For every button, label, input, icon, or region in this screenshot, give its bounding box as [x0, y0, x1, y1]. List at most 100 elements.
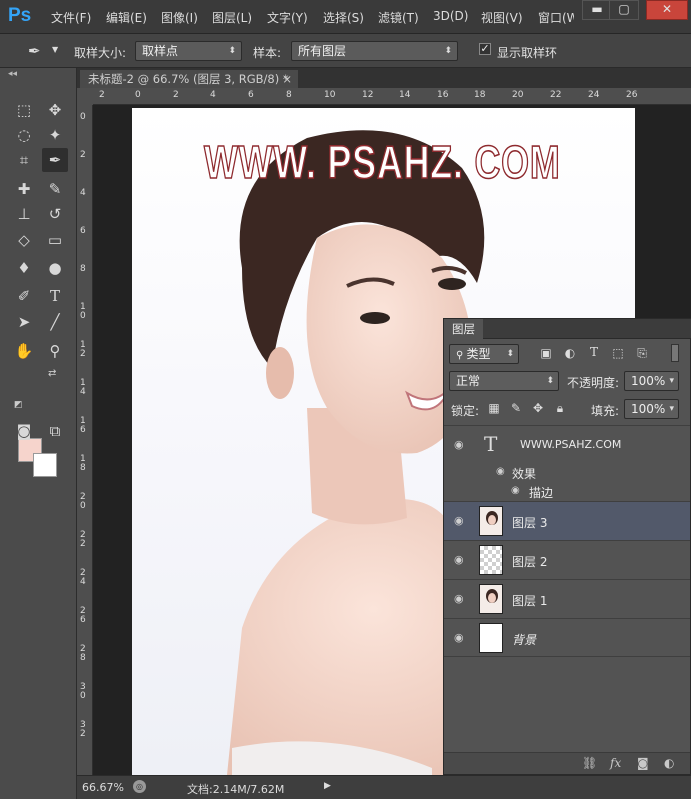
opacity-label: 不透明度:: [567, 376, 620, 390]
eye-right: [438, 278, 466, 290]
blend-mode-select[interactable]: 正常 ⬍: [449, 371, 559, 391]
ruler-tick-label: 3 0: [80, 682, 86, 701]
opacity-input[interactable]: 100% ▾: [624, 371, 679, 391]
filter-toggle-switch[interactable]: [671, 344, 679, 362]
filter-shape-icon[interactable]: ⬚: [610, 346, 626, 360]
blur-tool-icon[interactable]: ♦: [11, 256, 37, 280]
dodge-tool-icon[interactable]: ●: [42, 256, 68, 280]
sample-label: 样本:: [253, 46, 282, 60]
menu-edit[interactable]: 编辑(E): [106, 9, 147, 26]
clone-stamp-tool-icon[interactable]: ⊥: [11, 202, 37, 226]
visibility-eye-icon[interactable]: ◉: [454, 631, 464, 644]
marquee-tool-icon[interactable]: ⬚: [11, 98, 37, 122]
screen-mode-icon[interactable]: ⧉: [42, 419, 68, 443]
ruler-tick-label: 1 8: [80, 454, 86, 473]
status-menu-arrow-icon[interactable]: ▶: [324, 781, 331, 791]
horizontal-ruler[interactable]: 2 0 2 4 6 8 10 12 14 16 18 20 22 24 26: [93, 88, 691, 105]
line-tool-icon[interactable]: ╱: [42, 310, 68, 334]
crop-tool-icon[interactable]: ⌗: [11, 148, 37, 172]
layer-filter-select[interactable]: ⚲ 类型 ⬍: [449, 344, 519, 364]
filter-smart-object-icon[interactable]: ⎘: [634, 346, 650, 361]
visibility-eye-icon[interactable]: ◉: [454, 553, 464, 566]
path-selection-tool-icon[interactable]: ➤: [11, 310, 37, 334]
type-tool-icon[interactable]: T: [42, 284, 68, 308]
layer-name: 图层 3: [512, 516, 548, 530]
effects-eye-icon[interactable]: ◉: [496, 466, 505, 477]
default-colors-icon[interactable]: ◩: [14, 400, 23, 410]
quick-mask-icon[interactable]: ◙: [11, 419, 37, 443]
adjustment-layer-icon[interactable]: ◐: [664, 756, 674, 770]
menu-filter[interactable]: 滤镜(T): [378, 9, 419, 26]
filter-pixel-icon[interactable]: ▣: [538, 346, 554, 360]
lock-image-icon[interactable]: ✎: [508, 401, 524, 415]
show-ring-checkbox[interactable]: ✓: [479, 43, 491, 55]
sample-size-select[interactable]: 取样点 ⬍: [135, 41, 242, 61]
menu-file[interactable]: 文件(F): [51, 9, 91, 26]
close-tab-icon[interactable]: ×: [282, 70, 292, 88]
visibility-eye-icon[interactable]: ◉: [454, 592, 464, 605]
eraser-tool-icon[interactable]: ◇: [11, 228, 37, 252]
fx-icon[interactable]: fx: [610, 756, 621, 770]
add-mask-icon[interactable]: ◙: [637, 756, 649, 770]
ruler-tick-label: 2: [99, 90, 105, 100]
visibility-eye-icon[interactable]: ◉: [454, 438, 464, 451]
fill-input[interactable]: 100% ▾: [624, 399, 679, 419]
zoom-tool-icon[interactable]: ⚲: [42, 339, 68, 363]
ruler-tick-label: 0: [135, 90, 141, 100]
stroke-eye-icon[interactable]: ◉: [511, 485, 520, 496]
eyedropper-icon[interactable]: ✒: [28, 42, 41, 60]
layer-row-text[interactable]: ◉ T WWW.PSAHZ.COM ◉ 效果 ◉ 描边: [444, 425, 690, 501]
share-icon[interactable]: ◎: [133, 780, 146, 793]
vertical-ruler[interactable]: 0 2 4 6 8 1 0 1 2 1 4 1 6 1 8 2 0 2 2 2 4 2 6 2 8 3 0 3 …: [77, 105, 93, 775]
link-layers-icon[interactable]: ⛓: [582, 756, 597, 770]
layer-row-2[interactable]: ◉ 图层 2: [444, 540, 690, 579]
tab-layers[interactable]: 图层: [444, 319, 483, 339]
menu-select[interactable]: 选择(S): [323, 9, 364, 26]
minimize-button[interactable]: ▬: [582, 0, 612, 20]
lock-position-icon[interactable]: ✥: [530, 401, 546, 415]
menu-view[interactable]: 视图(V): [481, 9, 523, 26]
healing-brush-tool-icon[interactable]: ✚: [11, 177, 37, 201]
visibility-eye-icon[interactable]: ◉: [454, 514, 464, 527]
gradient-tool-icon[interactable]: ▭: [42, 228, 68, 252]
lock-all-icon[interactable]: 🔒︎: [552, 401, 568, 416]
layers-panel-footer: ⛓ fx ◙ ◐: [444, 752, 690, 774]
chevron-down-icon: ▾: [669, 404, 674, 414]
hand-tool-icon[interactable]: ✋: [11, 339, 37, 363]
layer-name: 背景: [512, 633, 537, 647]
tool-preset-arrow-icon[interactable]: ▼: [52, 45, 58, 54]
ruler-tick-label: 8: [80, 264, 86, 274]
eyedropper-tool-icon[interactable]: ✒: [42, 148, 68, 172]
lasso-tool-icon[interactable]: ◌: [11, 123, 37, 147]
magic-wand-tool-icon[interactable]: ✦: [42, 123, 68, 147]
filter-adjustment-icon[interactable]: ◐: [562, 346, 578, 360]
close-button[interactable]: ✕: [646, 0, 688, 20]
move-tool-icon[interactable]: ✥: [42, 98, 68, 122]
menu-image[interactable]: 图像(I): [161, 9, 198, 26]
menu-3d[interactable]: 3D(D): [433, 9, 468, 23]
document-size[interactable]: 文档:2.14M/7.62M: [187, 781, 284, 797]
zoom-level[interactable]: 66.67%: [82, 781, 124, 794]
history-brush-tool-icon[interactable]: ↺: [42, 202, 68, 226]
swap-colors-icon[interactable]: ⇄: [48, 368, 56, 379]
document-tab[interactable]: 未标题-2 @ 66.7% (图层 3, RGB/8) * ×: [80, 70, 298, 88]
brush-tool-icon[interactable]: ✎: [42, 177, 68, 201]
layer-name: WWW.PSAHZ.COM: [520, 438, 622, 451]
lock-transparency-icon[interactable]: ▦: [486, 401, 502, 415]
layer-row-1[interactable]: ◉ 图层 1: [444, 579, 690, 618]
layer-row-3[interactable]: ◉ 图层 3: [444, 501, 690, 540]
menu-window[interactable]: 窗口(W): [538, 9, 574, 26]
filter-type-icon[interactable]: T: [586, 345, 602, 359]
menu-layer[interactable]: 图层(L): [212, 9, 252, 26]
maximize-button[interactable]: ▢: [609, 0, 639, 20]
ruler-tick-label: 20: [512, 90, 524, 100]
pen-tool-icon[interactable]: ✐: [11, 284, 37, 308]
menu-type[interactable]: 文字(Y): [267, 9, 308, 26]
collapse-icon[interactable]: ◂◂: [8, 69, 17, 79]
layer-thumbnail: [479, 623, 503, 653]
layer-name: 图层 1: [512, 594, 548, 608]
sample-select[interactable]: 所有图层 ⬍: [291, 41, 458, 61]
layer-row-background[interactable]: ◉ 背景: [444, 618, 690, 657]
background-color-swatch[interactable]: [33, 453, 57, 477]
ruler-origin[interactable]: [77, 88, 93, 105]
